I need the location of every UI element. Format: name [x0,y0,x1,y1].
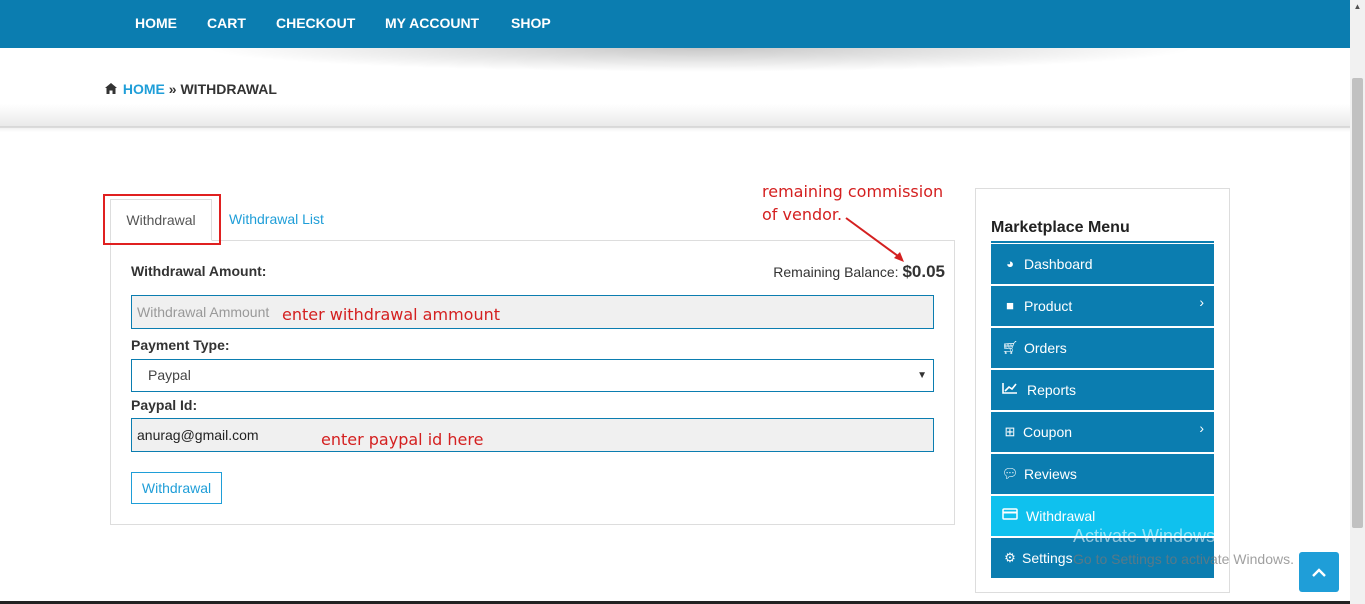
chevron-right-icon: › [1199,420,1204,436]
breadcrumb: HOME » WITHDRAWAL [105,81,277,97]
windows-watermark-title: Activate Windows [1073,526,1216,546]
sidebar-item-label: Settings [1022,550,1073,566]
dashboard-icon: ◕ [1006,256,1014,271]
sidebar-item-label: Reviews [1024,466,1077,482]
chevron-down-icon: ▼ [917,370,927,381]
sidebar-title: Marketplace Menu [991,219,1130,236]
sidebar-title-underline [991,241,1214,243]
annotation-commission-2: of vendor. [762,205,843,224]
chevron-right-icon: › [1199,294,1204,310]
comments-icon: 💬︎ [1001,466,1019,481]
sidebar-item-label: Dashboard [1024,256,1093,272]
cart-icon: 🛒︎ [1001,340,1019,355]
nav-cart[interactable]: CART [207,15,246,31]
withdrawal-amount-label: Withdrawal Amount: [131,263,267,279]
sidebar-item-label: Orders [1024,340,1067,356]
sidebar-item-reviews[interactable]: 💬︎ Reviews [991,454,1214,494]
top-nav: HOME CART CHECKOUT MY ACCOUNT SHOP [0,0,1350,48]
paypal-id-label: Paypal Id: [131,397,198,413]
payment-type-select[interactable]: Paypal ▼ [131,359,934,392]
gift-icon: ⊞ [1004,424,1016,439]
annotation-arrow [845,217,904,262]
sidebar-item-label: Product [1024,298,1073,314]
nav-shop[interactable]: SHOP [511,15,551,31]
scroll-to-top-button[interactable] [1299,552,1339,592]
sidebar-item-label: Coupon [1023,424,1073,440]
nav-shadow [200,48,1200,72]
nav-checkout[interactable]: CHECKOUT [276,15,355,31]
windows-watermark-subtitle: Go to Settings to activate Windows. [1073,551,1294,567]
withdrawal-amount-input[interactable]: Withdrawal Ammount [131,295,934,329]
withdrawal-submit-button[interactable]: Withdrawal [131,472,222,504]
chart-icon [1001,370,1019,410]
section-divider [0,126,1350,132]
paypal-id-input[interactable]: anurag@gmail.com [131,418,934,452]
breadcrumb-current: WITHDRAWAL [180,81,277,97]
sidebar-item-coupon[interactable]: ⊞ Coupon › [991,412,1214,452]
annotation-paypal-hint: enter paypal id here [321,430,484,449]
annotation-commission-1: remaining commission [762,182,944,201]
tab-withdrawal-list[interactable]: Withdrawal List [229,211,324,227]
nav-my-account[interactable]: MY ACCOUNT [385,15,479,31]
sidebar-item-dashboard[interactable]: ◕ Dashboard [991,244,1214,284]
balance-label: Remaining Balance: [773,264,899,280]
breadcrumb-separator: » [168,81,177,97]
nav-home[interactable]: HOME [135,15,177,31]
tab-highlight-box [103,194,221,245]
breadcrumb-home-link[interactable]: HOME [123,81,165,97]
scrollbar-thumb[interactable] [1352,78,1363,528]
payment-type-label: Payment Type: [131,337,230,353]
chevron-up-icon [1311,561,1327,583]
annotation-amount-hint: enter withdrawal ammount [282,305,500,324]
sidebar-item-label: Reports [1027,382,1077,398]
sidebar-item-product[interactable]: ■ Product › [991,286,1214,326]
credit-card-icon [1001,496,1019,536]
payment-type-value: Paypal [148,367,191,383]
briefcase-icon: ■ [1006,298,1014,313]
sidebar-item-reports[interactable]: Reports [991,370,1214,410]
sidebar-item-orders[interactable]: 🛒︎ Orders [991,328,1214,368]
home-icon [105,81,119,97]
gear-icon: ⚙ [1004,550,1016,565]
scroll-up-arrow-icon[interactable]: ▲ [1353,2,1362,11]
